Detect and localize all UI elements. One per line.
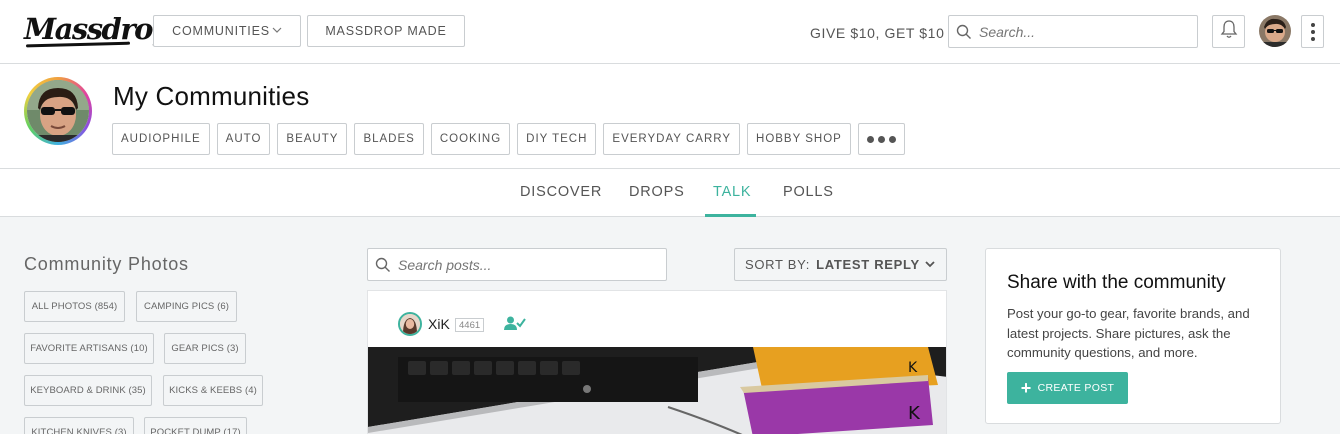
more-menu-button[interactable] bbox=[1301, 15, 1324, 48]
communities-dropdown[interactable]: COMMUNITIES bbox=[153, 15, 301, 47]
plus-icon: + bbox=[1020, 378, 1032, 398]
kebab-dot bbox=[1310, 36, 1315, 41]
svg-text:K: K bbox=[908, 360, 918, 376]
photo-filter-chip[interactable]: KEYBOARD & DRINK (35) bbox=[24, 375, 152, 406]
share-card: Share with the community Post your go-to… bbox=[985, 248, 1281, 424]
bell-icon bbox=[1220, 19, 1238, 44]
community-photos-heading: Community Photos bbox=[24, 254, 189, 274]
kebab-dot bbox=[1310, 22, 1315, 27]
post-author-name[interactable]: XiK bbox=[428, 316, 450, 332]
community-pill[interactable]: HOBBY SHOP bbox=[747, 123, 851, 155]
svg-text:K: K bbox=[908, 403, 921, 424]
ellipsis-dot bbox=[866, 135, 874, 143]
tab-talk[interactable]: TALK bbox=[713, 184, 751, 200]
sort-value: LATEST REPLY bbox=[816, 257, 920, 272]
post-card[interactable]: XiK 4461 K K bbox=[367, 290, 947, 434]
search-icon bbox=[368, 257, 398, 273]
user-check-icon[interactable] bbox=[504, 315, 526, 336]
community-pill[interactable]: DIY TECH bbox=[517, 123, 597, 155]
global-search[interactable] bbox=[948, 15, 1198, 48]
massdrop-made-button[interactable]: MASSDROP MADE bbox=[307, 15, 465, 47]
communities-label: COMMUNITIES bbox=[172, 24, 270, 38]
top-navigation-bar: Massdrop COMMUNITIES MASSDROP MADE GIVE … bbox=[0, 0, 1340, 64]
post-author-avatar[interactable] bbox=[398, 312, 422, 336]
community-pill[interactable]: EVERYDAY CARRY bbox=[603, 123, 741, 155]
community-pill[interactable]: BLADES bbox=[354, 123, 424, 155]
more-communities-button[interactable] bbox=[857, 123, 905, 155]
create-post-label: CREATE POST bbox=[1037, 382, 1115, 394]
photo-filter-chip[interactable]: GEAR PICS (3) bbox=[164, 333, 246, 364]
post-search[interactable] bbox=[367, 248, 667, 281]
share-title: Share with the community bbox=[1007, 272, 1226, 293]
share-description: Post your go-to gear, favorite brands, a… bbox=[1007, 306, 1250, 360]
user-avatar[interactable] bbox=[1259, 15, 1291, 47]
massdrop-logo[interactable]: Massdrop bbox=[24, 12, 172, 46]
section-tabs: DISCOVER DROPS TALK POLLS bbox=[0, 169, 1340, 217]
photo-filter-chip[interactable]: POCKET DUMP (17) bbox=[144, 417, 247, 434]
massdrop-made-label: MASSDROP MADE bbox=[325, 24, 447, 38]
active-tab-indicator bbox=[705, 214, 756, 217]
create-post-button[interactable]: + CREATE POST bbox=[1007, 372, 1128, 404]
ellipsis-dot bbox=[888, 135, 896, 143]
photo-filter-chip[interactable]: FAVORITE ARTISANS (10) bbox=[24, 333, 154, 364]
sort-label: SORT BY: bbox=[745, 257, 811, 272]
ellipsis-dot bbox=[877, 135, 885, 143]
global-search-input[interactable] bbox=[979, 23, 1179, 40]
tab-discover[interactable]: DISCOVER bbox=[520, 184, 602, 200]
community-pill[interactable]: AUTO bbox=[216, 123, 271, 155]
chevron-down-icon bbox=[924, 258, 936, 273]
community-pills: AUDIOPHILE AUTO BEAUTY BLADES COOKING DI… bbox=[112, 123, 905, 155]
profile-avatar[interactable] bbox=[24, 77, 92, 145]
kebab-dot bbox=[1310, 29, 1315, 34]
community-pill[interactable]: AUDIOPHILE bbox=[112, 123, 210, 155]
post-author-badge: 4461 bbox=[455, 318, 485, 332]
tab-drops[interactable]: DROPS bbox=[629, 184, 685, 200]
community-pill[interactable]: COOKING bbox=[430, 123, 511, 155]
page-title: My Communities bbox=[113, 81, 310, 111]
community-pill[interactable]: BEAUTY bbox=[277, 123, 348, 155]
notifications-button[interactable] bbox=[1212, 15, 1245, 48]
give-get-link[interactable]: GIVE $10, GET $10 bbox=[810, 25, 944, 41]
post-search-input[interactable] bbox=[398, 256, 638, 273]
tab-polls[interactable]: POLLS bbox=[783, 184, 834, 200]
photo-filter-chip[interactable]: CAMPING PICS (6) bbox=[136, 291, 237, 322]
photo-filter-chip[interactable]: KICKS & KEEBS (4) bbox=[163, 375, 263, 406]
photo-filter-chip[interactable]: KITCHEN KNIVES (3) bbox=[24, 417, 134, 434]
search-icon bbox=[949, 24, 979, 40]
sort-dropdown[interactable]: SORT BY: LATEST REPLY bbox=[734, 248, 947, 281]
photo-filter-chip[interactable]: ALL PHOTOS (854) bbox=[24, 291, 125, 322]
post-image[interactable]: K K bbox=[368, 347, 946, 434]
community-header: My Communities AUDIOPHILE AUTO BEAUTY BL… bbox=[0, 64, 1340, 169]
chevron-down-icon bbox=[272, 26, 282, 37]
